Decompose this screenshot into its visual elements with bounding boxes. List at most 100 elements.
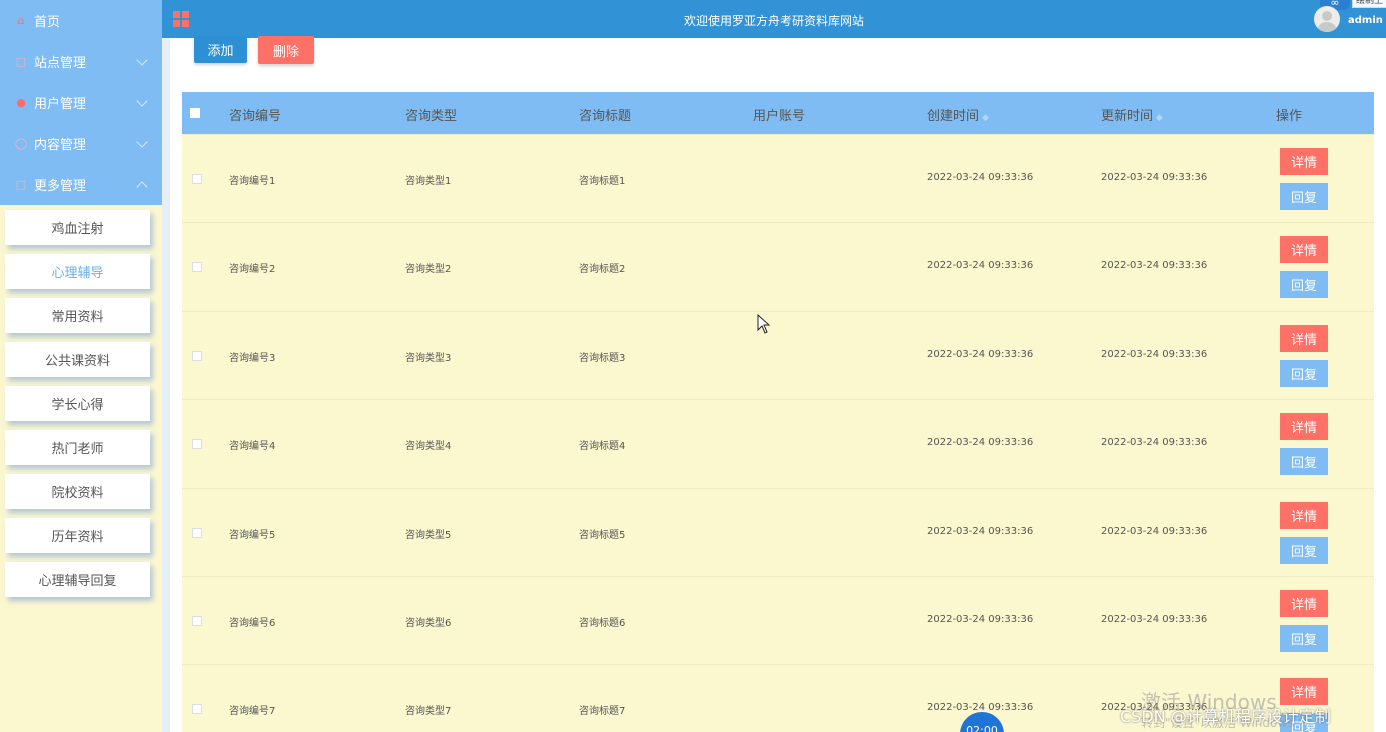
detail-button[interactable]: 详情 xyxy=(1280,501,1328,529)
sidebar-subitem-counseling[interactable]: 心理辅导 xyxy=(5,254,150,289)
reply-button[interactable]: 回复 xyxy=(1280,448,1328,476)
sidebar-item-label: 首页 xyxy=(34,15,61,30)
cell-updated: 2022-03-24 09:33:36 xyxy=(1101,525,1208,537)
sidebar-subitem-senior-experience[interactable]: 学长心得 xyxy=(5,386,150,421)
username[interactable]: admin xyxy=(1348,15,1383,26)
top-header: 欢迎使用罗亚方舟考研资料库网站 ∞ 绘制上 admin xyxy=(162,0,1386,38)
cell-title: 咨询标题4 xyxy=(579,441,626,453)
sidebar-item-user-management[interactable]: ● 用户管理 xyxy=(0,82,162,123)
cell-created: 2022-03-24 09:33:36 xyxy=(927,260,1034,272)
sidebar-item-label: 内容管理 xyxy=(34,138,87,153)
cell-updated: 2022-03-24 09:33:36 xyxy=(1101,348,1208,360)
table-row: 咨询编号6 咨询类型6 咨询标题6 2022-03-24 09:33:36 20… xyxy=(182,575,1374,665)
row-checkbox[interactable] xyxy=(192,174,202,184)
cell-type: 咨询类型2 xyxy=(405,264,452,276)
sidebar-item-label: 更多管理 xyxy=(34,179,87,194)
row-checkbox[interactable] xyxy=(192,704,202,715)
sidebar-subitem-counseling-reply[interactable]: 心理辅导回复 xyxy=(5,562,150,597)
scrollbar[interactable] xyxy=(162,38,170,732)
sidebar-item-label: 用户管理 xyxy=(34,97,87,112)
cell-title: 咨询标题7 xyxy=(579,706,626,718)
chevron-down-icon xyxy=(136,136,148,148)
column-header-updated[interactable]: 更新时间 ◆ xyxy=(1101,105,1163,124)
detail-button[interactable]: 详情 xyxy=(1280,236,1328,264)
cell-updated: 2022-03-24 09:33:36 xyxy=(1101,437,1208,449)
content-icon: ◯ xyxy=(14,137,28,150)
row-checkbox[interactable] xyxy=(192,350,202,361)
detail-button[interactable]: 详情 xyxy=(1280,413,1328,441)
sidebar-subitem-public-course[interactable]: 公共课资料 xyxy=(5,342,150,377)
cell-code: 咨询编号6 xyxy=(229,617,276,629)
cell-code: 咨询编号1 xyxy=(229,176,276,187)
sidebar: ⌂ 首页 □ 站点管理 ● 用户管理 ◯ 内容管理 □ 更多管理 鸡血注射 心理… xyxy=(0,0,162,732)
reply-button[interactable]: 回复 xyxy=(1280,359,1328,387)
cell-title: 咨询标题3 xyxy=(579,352,626,364)
page-title: 欢迎使用罗亚方舟考研资料库网站 xyxy=(683,14,864,28)
cell-title: 咨询标题6 xyxy=(579,617,626,629)
cell-code: 咨询编号2 xyxy=(229,264,276,276)
cell-created: 2022-03-24 09:33:36 xyxy=(927,437,1034,449)
delete-button[interactable]: 删除 xyxy=(258,36,314,64)
data-table: 咨询编号 咨询类型 咨询标题 用户账号 创建时间 ◆ 更新时间 ◆ 操作 咨询编号1… xyxy=(182,92,1374,732)
sidebar-subitem-popular-teachers[interactable]: 热门老师 xyxy=(5,430,150,465)
sidebar-submenu: 鸡血注射 心理辅导 常用资料 公共课资料 学长心得 热门老师 院校资料 历年资料… xyxy=(0,210,162,606)
cell-code: 咨询编号7 xyxy=(229,706,276,718)
cell-created: 2022-03-24 09:33:36 xyxy=(927,348,1034,360)
sidebar-item-home[interactable]: ⌂ 首页 xyxy=(0,0,162,41)
reply-button[interactable]: 回复 xyxy=(1280,183,1328,210)
avatar[interactable] xyxy=(1314,6,1340,32)
detail-button[interactable]: 详情 xyxy=(1280,148,1328,175)
sort-icon[interactable]: ◆ xyxy=(1156,113,1163,123)
reply-button[interactable]: 回复 xyxy=(1280,536,1328,564)
user-icon: ● xyxy=(16,96,26,109)
detail-button[interactable]: 详情 xyxy=(1280,324,1328,352)
cell-created: 2022-03-24 09:33:36 xyxy=(927,172,1034,183)
sidebar-item-content-management[interactable]: ◯ 内容管理 xyxy=(0,123,162,164)
cell-type: 咨询类型6 xyxy=(405,617,452,629)
row-checkbox[interactable] xyxy=(192,262,202,273)
column-header-type: 咨询类型 xyxy=(405,109,458,124)
row-checkbox[interactable] xyxy=(192,615,202,626)
cell-type: 咨询类型4 xyxy=(405,441,452,453)
table-row: 咨询编号3 咨询类型3 咨询标题3 2022-03-24 09:33:36 20… xyxy=(182,310,1374,400)
row-checkbox[interactable] xyxy=(192,527,202,538)
chevron-down-icon xyxy=(136,54,148,66)
corner-tag[interactable]: 绘制上 xyxy=(1352,0,1386,8)
cell-updated: 2022-03-24 09:33:36 xyxy=(1101,260,1208,272)
sidebar-subitem-common-materials[interactable]: 常用资料 xyxy=(5,298,150,333)
sort-icon[interactable]: ◆ xyxy=(982,113,989,123)
table-row: 咨询编号5 咨询类型5 咨询标题5 2022-03-24 09:33:36 20… xyxy=(182,487,1374,576)
reply-button[interactable]: 回复 xyxy=(1280,271,1328,299)
reply-button[interactable]: 回复 xyxy=(1280,624,1328,652)
sidebar-subitem-motivation[interactable]: 鸡血注射 xyxy=(5,210,150,245)
chevron-up-icon xyxy=(136,181,148,193)
site-icon: □ xyxy=(15,55,27,68)
select-all-checkbox[interactable] xyxy=(190,108,200,118)
table-row: 咨询编号4 咨询类型4 咨询标题4 2022-03-24 09:33:36 20… xyxy=(182,399,1374,488)
cell-updated: 2022-03-24 09:33:36 xyxy=(1101,172,1208,183)
cell-updated: 2022-03-24 09:33:36 xyxy=(1101,613,1208,625)
add-button[interactable]: 添加 xyxy=(194,36,247,63)
cell-type: 咨询类型5 xyxy=(405,529,452,541)
sidebar-subitem-past-materials[interactable]: 历年资料 xyxy=(5,518,150,553)
column-header-actions: 操作 xyxy=(1276,109,1303,124)
column-header-account: 用户账号 xyxy=(753,109,806,124)
column-header-created[interactable]: 创建时间 ◆ xyxy=(927,105,989,124)
cell-type: 咨询类型7 xyxy=(405,706,452,718)
cell-code: 咨询编号5 xyxy=(229,529,276,541)
column-header-title: 咨询标题 xyxy=(579,109,632,124)
cell-code: 咨询编号4 xyxy=(229,441,276,453)
cell-created: 2022-03-24 09:33:36 xyxy=(927,613,1034,625)
cell-code: 咨询编号3 xyxy=(229,352,276,364)
sidebar-item-site-management[interactable]: □ 站点管理 xyxy=(0,41,162,82)
chevron-down-icon xyxy=(136,95,148,107)
detail-button[interactable]: 详情 xyxy=(1280,589,1328,617)
sidebar-item-label: 站点管理 xyxy=(34,56,87,71)
table-body: 咨询编号1 咨询类型1 咨询标题1 2022-03-24 09:33:36 20… xyxy=(182,134,1374,732)
detail-button[interactable]: 详情 xyxy=(1280,678,1328,706)
row-checkbox[interactable] xyxy=(192,439,202,450)
sidebar-item-more-management[interactable]: □ 更多管理 xyxy=(0,164,162,205)
mouse-cursor-icon xyxy=(757,314,771,334)
sidebar-subitem-school-materials[interactable]: 院校资料 xyxy=(5,474,150,509)
table-row: 咨询编号2 咨询类型2 咨询标题2 2022-03-24 09:33:36 20… xyxy=(182,222,1374,311)
